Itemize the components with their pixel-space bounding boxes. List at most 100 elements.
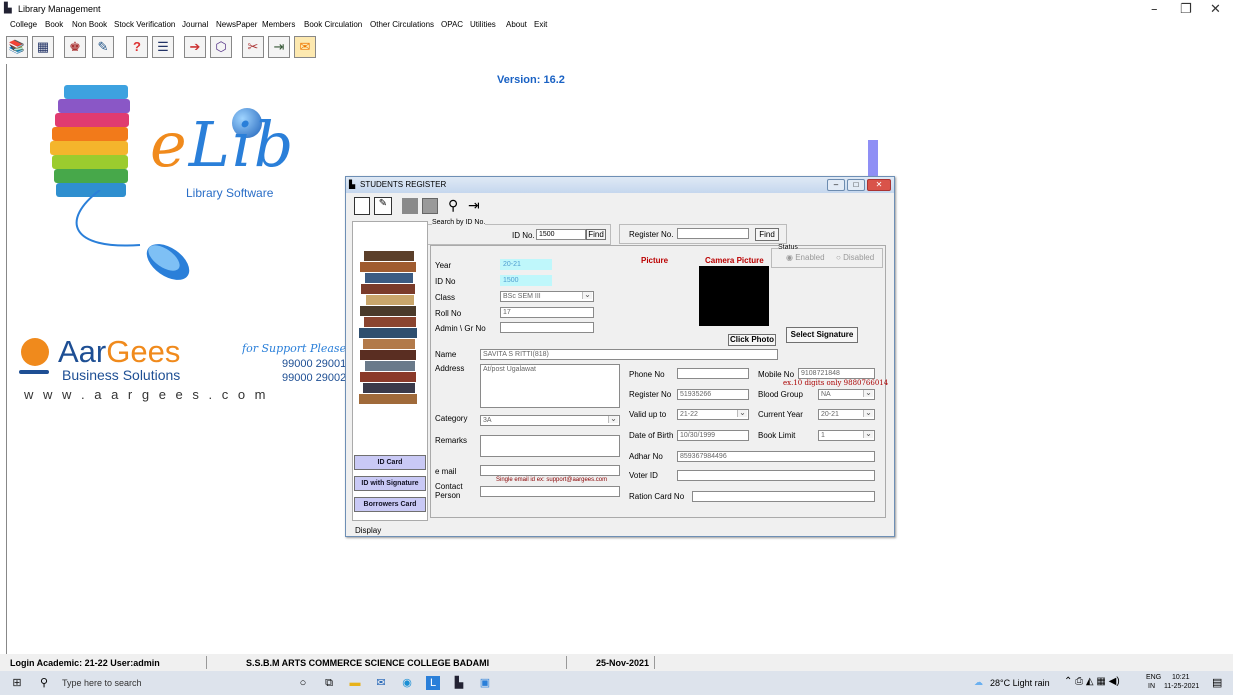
- person-icon[interactable]: ♚: [64, 36, 86, 58]
- weather-icon: ☁: [974, 677, 983, 687]
- click-photo-button[interactable]: Click Photo: [728, 334, 776, 346]
- calendar-icon[interactable]: ▦: [32, 36, 54, 58]
- current-year-select[interactable]: 20-21: [818, 409, 875, 420]
- chat-icon[interactable]: ✉: [294, 36, 316, 58]
- id-no-field[interactable]: 1500: [500, 275, 552, 286]
- dob-field[interactable]: 10/30/1999: [677, 430, 749, 441]
- book-shape: [54, 169, 128, 183]
- weather-text[interactable]: 28°C Light rain: [990, 678, 1050, 688]
- lang-in[interactable]: IN: [1148, 683, 1155, 690]
- task-view-icon[interactable]: ⧉: [322, 676, 336, 690]
- mobile-hint: ex.10 digits only 9880766014: [783, 379, 889, 387]
- library-app-icon[interactable]: ▙: [452, 676, 466, 690]
- valid-up-to-select[interactable]: 21-22: [677, 409, 749, 420]
- file-explorer-icon[interactable]: ▬: [348, 676, 362, 690]
- find-register-button[interactable]: Find: [755, 228, 779, 241]
- category-select[interactable]: 3A: [480, 415, 620, 426]
- edge-icon[interactable]: ◉: [400, 676, 414, 690]
- book-limit-select[interactable]: 1: [818, 430, 875, 441]
- mobile-no-field[interactable]: 9108721848: [798, 368, 875, 379]
- contact-person-field[interactable]: [480, 486, 620, 497]
- mail-icon[interactable]: ✉: [374, 676, 388, 690]
- company-website: w w w . a a r g e e s . c o m: [24, 387, 269, 402]
- voter-id-field[interactable]: [677, 470, 875, 481]
- menu-newspaper[interactable]: NewsPaper: [216, 20, 257, 29]
- menu-journal[interactable]: Journal: [182, 20, 208, 29]
- name-field[interactable]: SAVITA S RITTI(818): [480, 349, 778, 360]
- id-card-button[interactable]: ID Card: [354, 455, 426, 470]
- ration-card-field[interactable]: [692, 491, 875, 502]
- category-label: Category: [435, 414, 468, 423]
- menu-book-circulation[interactable]: Book Circulation: [304, 20, 362, 29]
- adhar-no-label: Adhar No: [629, 452, 663, 461]
- photos-icon[interactable]: ▣: [478, 676, 492, 690]
- id-with-signature-button[interactable]: ID with Signature: [354, 476, 426, 491]
- dialog-close-button[interactable]: ✕: [867, 179, 891, 191]
- clock-date[interactable]: 11-25-2021: [1164, 683, 1199, 690]
- elib-logo-text: eLib: [150, 108, 296, 181]
- arrow-icon[interactable]: ➔: [184, 36, 206, 58]
- find-id-button[interactable]: Find: [586, 229, 606, 240]
- store-icon[interactable]: L: [426, 676, 440, 690]
- register-no-field[interactable]: 51935266: [677, 389, 749, 400]
- adhar-no-field[interactable]: 859367984496: [677, 451, 875, 462]
- dialog-minimize-button[interactable]: –: [827, 179, 845, 191]
- menu-college[interactable]: College: [10, 20, 37, 29]
- notification-icon[interactable]: ▤: [1212, 676, 1222, 689]
- year-field[interactable]: 20-21: [500, 259, 552, 270]
- pen-icon[interactable]: ✎: [92, 36, 114, 58]
- shield-icon[interactable]: ⬡: [210, 36, 232, 58]
- question-icon[interactable]: ?: [126, 36, 148, 58]
- book-icon[interactable]: 📚: [6, 36, 28, 58]
- close-button[interactable]: ✕: [1210, 2, 1221, 17]
- class-select[interactable]: BSc SEM III: [500, 291, 594, 302]
- book-shape: [364, 251, 414, 261]
- save-icon[interactable]: [422, 198, 438, 214]
- tools-icon[interactable]: ✂: [242, 36, 264, 58]
- admin-gr-no-field[interactable]: [500, 322, 594, 333]
- minimize-button[interactable]: –: [1151, 2, 1158, 17]
- address-field[interactable]: At/post Ugalawat: [480, 364, 620, 408]
- menu-about[interactable]: About: [506, 20, 527, 29]
- picture-label: Picture: [641, 256, 669, 265]
- status-disabled-radio[interactable]: ○ Disabled: [836, 253, 874, 262]
- register-no-search-input[interactable]: [677, 228, 749, 239]
- roll-no-field[interactable]: 17: [500, 307, 594, 318]
- book-shape: [363, 339, 415, 349]
- email-field[interactable]: [480, 465, 620, 476]
- windows-start-icon[interactable]: ⊞: [10, 676, 24, 690]
- menu-members[interactable]: Members: [262, 20, 295, 29]
- borrowers-card-button[interactable]: Borrowers Card: [354, 497, 426, 512]
- search-icon: ⚲: [40, 677, 49, 689]
- tray-icons[interactable]: ⌃ ⎙ ◭ ▦ ◀): [1064, 676, 1120, 687]
- register-no-label: Register No: [629, 390, 672, 399]
- cortana-icon[interactable]: ○: [296, 676, 310, 690]
- remarks-field[interactable]: [480, 435, 620, 457]
- new-file-icon[interactable]: [354, 197, 370, 215]
- delete-icon[interactable]: [402, 198, 418, 214]
- list-icon[interactable]: ☰: [152, 36, 174, 58]
- menu-exit[interactable]: Exit: [534, 20, 547, 29]
- dialog-maximize-button[interactable]: □: [847, 179, 865, 191]
- name-label: Name: [435, 350, 457, 359]
- edit-icon[interactable]: ✎: [374, 197, 392, 215]
- menu-book[interactable]: Book: [45, 20, 63, 29]
- taskbar-search[interactable]: ⚲ Type here to search: [34, 674, 234, 692]
- mouse-cable-graphic: [75, 190, 190, 280]
- id-no-search-input[interactable]: 1500: [536, 229, 586, 240]
- menu-other-circulations[interactable]: Other Circulations: [370, 20, 434, 29]
- binoculars-icon[interactable]: ⚲: [448, 197, 458, 214]
- clock-time[interactable]: 10:21: [1172, 674, 1190, 681]
- phone-no-field[interactable]: [677, 368, 749, 379]
- menu-utilities[interactable]: Utilities: [470, 20, 496, 29]
- menu-opac[interactable]: OPAC: [441, 20, 463, 29]
- menu-non-book[interactable]: Non Book: [72, 20, 107, 29]
- blood-group-select[interactable]: NA: [818, 389, 875, 400]
- exit-icon[interactable]: ⇥: [268, 36, 290, 58]
- lang-eng[interactable]: ENG: [1146, 674, 1161, 681]
- maximize-button[interactable]: ❐: [1180, 2, 1192, 17]
- exit-door-icon[interactable]: ⇥: [468, 197, 480, 214]
- status-enabled-radio[interactable]: ◉ Enabled: [786, 253, 825, 262]
- select-signature-button[interactable]: Select Signature: [786, 327, 858, 343]
- menu-stock-verification[interactable]: Stock Verification: [114, 20, 175, 29]
